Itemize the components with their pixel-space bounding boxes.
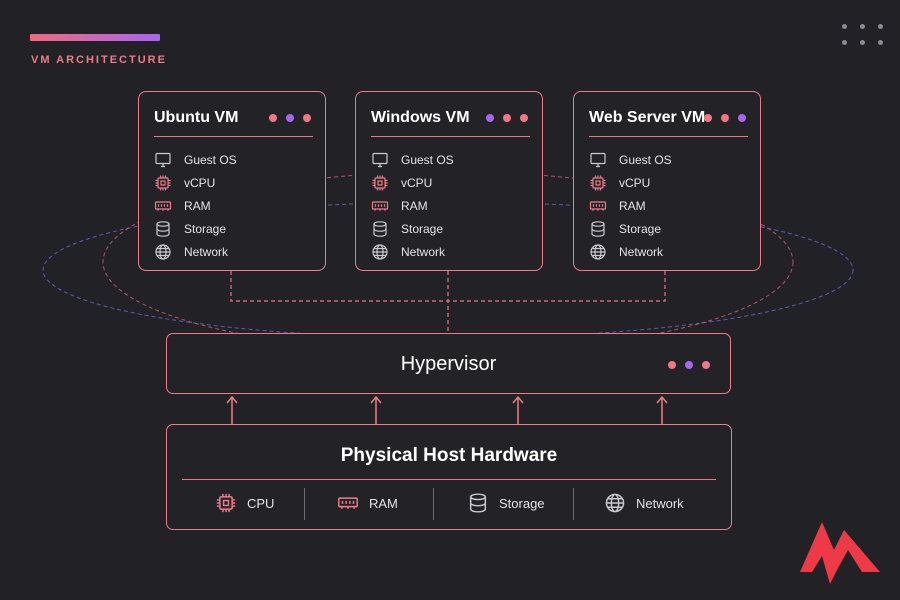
resource-label: Guest OS xyxy=(184,152,237,167)
cpu-icon xyxy=(371,174,389,192)
vm-name: Windows VM xyxy=(371,109,470,126)
resource-item: Storage xyxy=(371,217,454,240)
ram-icon xyxy=(337,492,359,514)
physical-hardware-layer[interactable]: Physical Host Hardware CPU RAM Storage N… xyxy=(166,424,732,530)
cpu-icon xyxy=(154,174,172,192)
vm-resource-list: Guest OS vCPU RAM Storage Network xyxy=(589,148,672,263)
hypervisor-label: Hypervisor xyxy=(400,353,497,375)
status-dot xyxy=(721,114,729,122)
vm-card-web-server[interactable]: Web Server VM Guest OS vCPU RAM Storage Netw… xyxy=(573,91,761,271)
globe-icon xyxy=(154,243,172,261)
status-dot xyxy=(286,114,294,122)
status-dot xyxy=(702,361,710,369)
globe-icon xyxy=(371,243,389,261)
hardware-separator xyxy=(573,488,574,520)
resource-item: RAM xyxy=(589,194,672,217)
ram-icon xyxy=(154,197,172,215)
vm-status-dots xyxy=(269,114,311,122)
status-dot xyxy=(520,114,528,122)
resource-label: Storage xyxy=(184,221,227,236)
resource-label: vCPU xyxy=(401,175,433,190)
resource-label: vCPU xyxy=(619,175,651,190)
monitor-icon xyxy=(371,151,389,169)
database-icon xyxy=(467,492,489,514)
vm-status-dots xyxy=(486,114,528,122)
vm-name: Web Server VM xyxy=(589,109,706,126)
resource-item: Guest OS xyxy=(154,148,237,171)
resource-label: RAM xyxy=(401,198,428,213)
hardware-item-label: Network xyxy=(636,495,684,511)
hypervisor-layer[interactable]: Hypervisor xyxy=(166,333,731,394)
hardware-item-network: Network xyxy=(604,489,684,517)
hardware-to-hypervisor-arrows xyxy=(226,395,668,424)
hardware-title: Physical Host Hardware xyxy=(340,445,558,466)
resource-item: vCPU xyxy=(589,171,672,194)
resource-item: RAM xyxy=(371,194,454,217)
resource-label: Storage xyxy=(619,221,662,236)
monitor-icon xyxy=(589,151,607,169)
status-dot xyxy=(503,114,511,122)
hypervisor-status-dots xyxy=(668,361,710,369)
resource-label: Storage xyxy=(401,221,444,236)
database-icon xyxy=(154,220,172,238)
hardware-item-storage: Storage xyxy=(467,489,545,517)
vm-card-ubuntu[interactable]: Ubuntu VM Guest OS vCPU RAM Storage Network xyxy=(138,91,326,271)
resource-label: Network xyxy=(184,244,229,259)
vm-card-header: Web Server VM xyxy=(589,106,748,137)
vm-resource-list: Guest OS vCPU RAM Storage Network xyxy=(154,148,237,263)
ram-icon xyxy=(589,197,607,215)
resource-item: Storage xyxy=(589,217,672,240)
resource-item: Guest OS xyxy=(371,148,454,171)
resource-item: Network xyxy=(589,240,672,263)
resource-label: Guest OS xyxy=(401,152,454,167)
resource-item: vCPU xyxy=(371,171,454,194)
cpu-icon xyxy=(589,174,607,192)
monitor-icon xyxy=(154,151,172,169)
database-icon xyxy=(589,220,607,238)
vm-card-header: Ubuntu VM xyxy=(154,106,313,137)
status-dot xyxy=(486,114,494,122)
status-dot xyxy=(738,114,746,122)
vm-resource-list: Guest OS vCPU RAM Storage Network xyxy=(371,148,454,263)
globe-icon xyxy=(604,492,626,514)
status-dot xyxy=(685,361,693,369)
resource-item: Guest OS xyxy=(589,148,672,171)
vm-status-dots xyxy=(704,114,746,122)
vm-to-hypervisor-links xyxy=(230,271,666,333)
resource-item: Storage xyxy=(154,217,237,240)
resource-label: Network xyxy=(619,244,664,259)
resource-label: Network xyxy=(401,244,446,259)
resource-item: Network xyxy=(371,240,454,263)
hardware-separator xyxy=(304,488,305,520)
hardware-divider xyxy=(182,479,716,480)
ram-icon xyxy=(371,197,389,215)
status-dot xyxy=(303,114,311,122)
hardware-item-label: RAM xyxy=(369,495,398,511)
resource-label: RAM xyxy=(619,198,646,213)
resource-item: Network xyxy=(154,240,237,263)
vm-card-windows[interactable]: Windows VM Guest OS vCPU RAM Storage Network xyxy=(355,91,543,271)
resource-label: RAM xyxy=(184,198,211,213)
resource-label: vCPU xyxy=(184,175,216,190)
status-dot xyxy=(269,114,277,122)
hardware-item-cpu: CPU xyxy=(215,489,274,517)
vm-name: Ubuntu VM xyxy=(154,109,239,126)
resource-label: Guest OS xyxy=(619,152,672,167)
resource-item: RAM xyxy=(154,194,237,217)
hardware-item-label: Storage xyxy=(499,495,545,511)
status-dot xyxy=(704,114,712,122)
vm-card-header: Windows VM xyxy=(371,106,530,137)
hardware-item-ram: RAM xyxy=(337,489,398,517)
cpu-icon xyxy=(215,492,237,514)
database-icon xyxy=(371,220,389,238)
brand-logo xyxy=(800,522,880,584)
hardware-separator xyxy=(433,488,434,520)
hardware-item-label: CPU xyxy=(247,495,275,511)
resource-item: vCPU xyxy=(154,171,237,194)
globe-icon xyxy=(589,243,607,261)
status-dot xyxy=(668,361,676,369)
